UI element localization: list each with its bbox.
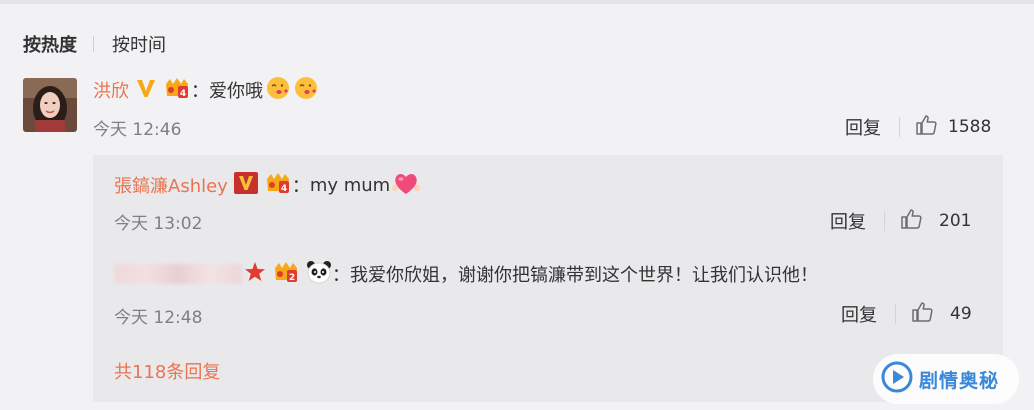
top-divider <box>0 0 1034 4</box>
svg-text:4: 4 <box>281 184 287 194</box>
reply-actions: 回复 201 <box>830 208 971 234</box>
sort-by-hot-tab[interactable]: 按热度 <box>23 31 77 57</box>
svg-text:2: 2 <box>289 273 295 283</box>
pink-heart-hands-icon <box>392 170 421 200</box>
reply-colon: ： <box>291 176 310 197</box>
verified-gold-v-icon <box>135 77 157 103</box>
comment-colon: ： <box>191 81 209 102</box>
like-count: 201 <box>939 211 972 231</box>
comment-timestamp: 今天 12:46 <box>93 119 182 140</box>
thumbs-up-icon[interactable] <box>910 300 934 328</box>
crown-level-badge-icon: 4 <box>163 76 191 104</box>
reply-meta: 今天 12:48 <box>114 304 203 328</box>
action-divider <box>895 304 896 324</box>
comment-text: 爱你哦 <box>209 81 263 102</box>
like-count: 1588 <box>948 117 992 137</box>
panda-icon <box>306 260 332 288</box>
action-divider <box>884 211 885 231</box>
crown-level-badge-icon: 4 <box>264 171 292 199</box>
reply-meta: 今天 13:02 <box>114 210 203 234</box>
reply-actions: 回复 49 <box>841 301 972 327</box>
reply-button[interactable]: 回复 <box>841 301 877 327</box>
view-all-replies-link[interactable]: 共118条回复 <box>114 358 220 384</box>
action-divider <box>899 117 900 137</box>
sort-divider <box>93 36 94 52</box>
crown-level-badge-icon: 2 <box>272 260 300 288</box>
comment-meta: 今天 12:46 <box>93 116 182 140</box>
reply-colon: ： <box>332 265 350 286</box>
comment-actions: 回复 1588 <box>845 114 991 140</box>
avatar[interactable] <box>23 78 77 132</box>
sort-bar: 按热度 按时间 <box>23 32 166 56</box>
reply-text: my mum <box>309 174 391 196</box>
reply-timestamp: 今天 13:02 <box>114 213 203 234</box>
verified-red-v-icon <box>233 172 258 198</box>
svg-text:4: 4 <box>180 89 186 99</box>
obscured-username[interactable] <box>114 264 242 284</box>
kiss-face-icon <box>266 76 290 104</box>
play-logo-icon <box>881 361 913 397</box>
kiss-face-icon <box>294 76 318 104</box>
reply-line: 2 ： 我爱你欣姐，谢谢你把镐濂带到这个世界！让我们认识他！ <box>114 260 818 288</box>
reply-username[interactable]: 張鎬濂Ashley <box>114 172 228 198</box>
reply-timestamp: 今天 12:48 <box>114 307 203 328</box>
comment-line: 洪欣 4 ： 爱你哦 <box>93 76 318 104</box>
reply-button[interactable]: 回复 <box>830 208 866 234</box>
reply-line: 張鎬濂Ashley 4 ： my mum <box>114 170 421 200</box>
watermark-text: 剧情奥秘 <box>919 369 1000 392</box>
sort-by-time-tab[interactable]: 按时间 <box>112 31 166 57</box>
red-star-icon <box>244 261 266 287</box>
reply-text: 我爱你欣姐，谢谢你把镐濂带到这个世界！让我们认识他！ <box>350 265 818 286</box>
thumbs-up-icon[interactable] <box>914 113 938 141</box>
comment-username[interactable]: 洪欣 <box>93 77 129 103</box>
watermark: 剧情奥秘 <box>873 354 1019 404</box>
like-count: 49 <box>950 304 972 324</box>
reply-button[interactable]: 回复 <box>845 114 881 140</box>
thumbs-up-icon[interactable] <box>899 207 923 235</box>
